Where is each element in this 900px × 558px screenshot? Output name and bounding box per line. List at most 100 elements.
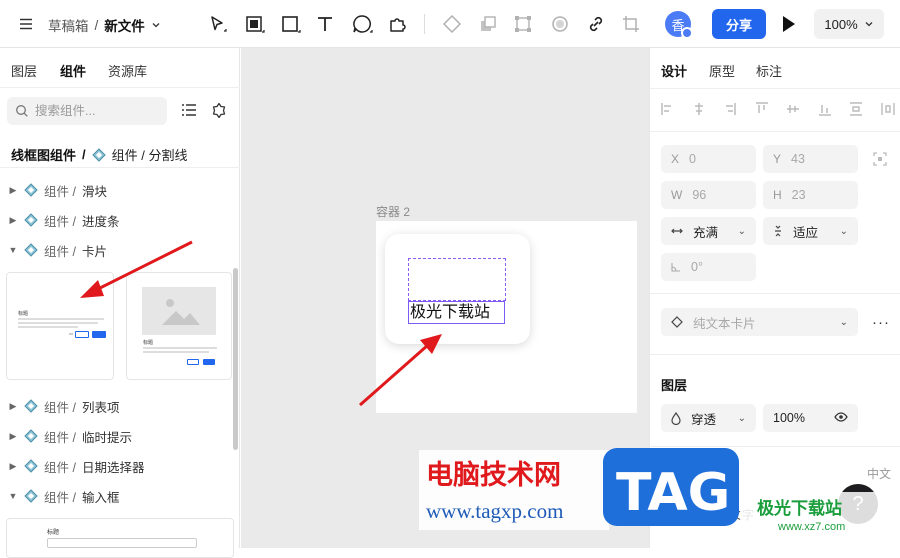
more-options-button[interactable]: ··· [872,314,890,331]
width-mode-value: 充满 [693,225,719,240]
rotation-icon [671,262,681,272]
placeholder-selection-box[interactable] [408,258,506,301]
tab-layers[interactable]: 图层 [11,61,37,80]
link-icon[interactable] [585,13,607,35]
caret-right-icon[interactable]: ▶ [8,185,18,196]
hamburger-menu-icon[interactable] [18,16,34,32]
divider [650,354,900,355]
divider [650,446,900,447]
eye-icon[interactable] [834,412,848,422]
align-top-icon[interactable] [755,101,769,117]
list-view-icon[interactable] [181,103,197,117]
chevron-down-icon: ⌄ [737,225,746,237]
zoom-dropdown[interactable]: 100% [814,9,884,39]
selected-text-element[interactable]: 极光下载站 [408,301,505,324]
component-diamond-icon [24,213,38,227]
preview-title: 标题 [47,530,60,536]
tree-item-progress[interactable]: ▶ 组件 / 进度条 [8,210,119,230]
height-mode-dropdown[interactable]: 适应 ⌄ [763,217,858,245]
opacity-field[interactable]: 100% [763,404,858,432]
card-preview-text[interactable]: 标题 [6,272,114,380]
mask-icon[interactable] [549,13,571,35]
constraint-icon[interactable] [873,152,887,166]
tree-item-toast[interactable]: ▶ 组件 / 临时提示 [8,426,132,446]
width-field[interactable]: W 96 [661,181,756,209]
caret-right-icon[interactable]: ▶ [8,215,18,226]
breadcrumb-drafts[interactable]: 草稿箱 [48,15,89,35]
component-search[interactable] [7,97,167,125]
library-path: 线框图组件 / 组件 / 分割线 [11,145,187,164]
preview-primary-button [92,331,106,338]
tree-item-prefix: 组件 / [44,430,76,445]
auto-layout-icon[interactable] [512,13,534,35]
left-panel-scrollbar[interactable] [233,268,238,450]
tree-item-label: 卡片 [81,244,107,259]
align-middle-icon[interactable] [786,101,800,117]
height-field[interactable]: H 23 [763,181,858,209]
x-field[interactable]: X 0 [661,145,756,173]
component-instance-dropdown[interactable]: 纯文本卡片 ⌄ [661,308,858,336]
file-name[interactable]: 新文件 [104,15,145,35]
help-button[interactable]: ? [838,484,878,524]
current-component-path[interactable]: 组件 / 分割线 [112,145,188,164]
rectangle-tool-icon[interactable] [279,13,301,35]
tree-item-slider[interactable]: ▶ 组件 / 滑块 [8,180,107,200]
chevron-down-icon[interactable] [151,20,161,30]
text-tool-icon[interactable] [314,13,336,35]
x-value: 0 [689,152,696,166]
component-icon[interactable] [441,13,463,35]
avatar[interactable]: 香 [665,11,693,39]
align-left-icon[interactable] [660,101,674,117]
crop-icon[interactable] [620,13,642,35]
y-label: Y [773,152,782,166]
component-diamond-icon [24,399,38,413]
library-icon[interactable] [211,102,227,118]
caret-down-icon[interactable]: ▼ [8,491,18,501]
design-canvas[interactable]: 容器 2 极光下载站 [241,48,649,548]
search-input[interactable] [35,104,155,118]
h-label: H [773,188,782,202]
library-name[interactable]: 线框图组件 [11,145,76,164]
card-preview-image[interactable]: 标题 [126,272,232,380]
chevron-down-icon: ⌄ [737,412,746,424]
play-icon[interactable] [781,15,797,33]
caret-right-icon[interactable]: ▶ [8,461,18,472]
search-icon [15,104,29,118]
caret-right-icon[interactable]: ▶ [8,401,18,412]
tree-item-list-item[interactable]: ▶ 组件 / 列表项 [8,396,119,416]
caret-right-icon[interactable]: ▶ [8,431,18,442]
zoom-level: 100% [824,16,858,32]
comment-tool-icon[interactable] [351,13,373,35]
tab-assets[interactable]: 资源库 [108,61,147,80]
tab-design[interactable]: 设计 [661,61,687,80]
tab-annotate[interactable]: 标注 [756,61,782,80]
container-label[interactable]: 容器 2 [376,203,410,220]
tab-components[interactable]: 组件 [60,61,86,80]
distribute-horizontal-icon[interactable] [881,101,895,117]
width-mode-dropdown[interactable]: 充满 ⌄ [661,217,756,245]
plugin-tool-icon[interactable] [386,13,408,35]
share-button[interactable]: 分享 [712,9,766,39]
blend-mode-dropdown[interactable]: 穿透 ⌄ [661,404,756,432]
breadcrumb: 草稿箱 / 新文件 [48,15,161,35]
align-bottom-icon[interactable] [818,101,832,117]
boolean-icon[interactable] [477,13,499,35]
tree-item-card[interactable]: ▼ 组件 / 卡片 [8,240,107,260]
align-right-icon[interactable] [723,101,737,117]
font-style-hint[interactable]: 中文注正文文字 [670,506,754,523]
rotation-field[interactable]: 0° [661,253,756,281]
distribute-vertical-icon[interactable] [849,101,863,117]
frame-tool-icon[interactable] [243,13,265,35]
tree-item-date-picker[interactable]: ▶ 组件 / 日期选择器 [8,456,144,476]
tree-item-label: 列表项 [81,400,120,415]
tab-prototype[interactable]: 原型 [709,61,735,80]
align-center-horizontal-icon[interactable] [692,101,706,117]
input-preview[interactable]: 标题 [6,518,234,558]
tree-item-input[interactable]: ▼ 组件 / 输入框 [8,486,119,506]
move-tool-icon[interactable] [206,13,228,35]
alignment-toolbar [660,101,895,119]
w-label: W [671,188,683,202]
w-value: 96 [692,188,707,202]
caret-down-icon[interactable]: ▼ [8,245,18,255]
y-field[interactable]: Y 43 [763,145,858,173]
